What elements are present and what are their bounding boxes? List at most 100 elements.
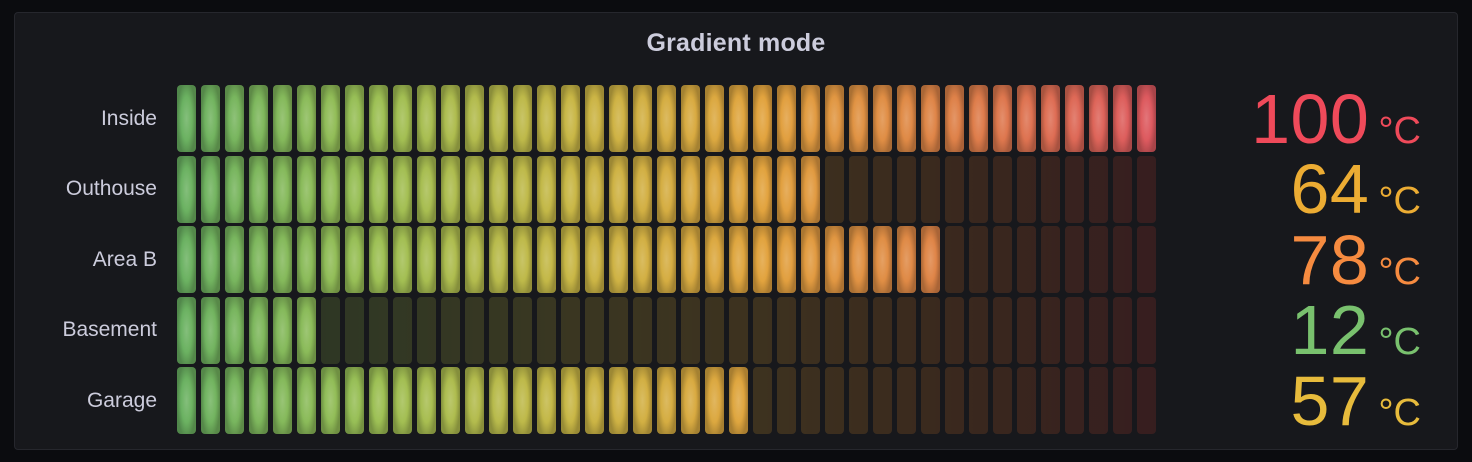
gauge-cell-unlit — [633, 297, 652, 364]
gauge-cell-lit — [177, 297, 196, 364]
gauge-cell-lit — [177, 367, 196, 434]
gauge-cell-unlit — [561, 297, 580, 364]
gauge-cell-unlit — [897, 367, 916, 434]
gauge-cell-lit — [273, 85, 292, 152]
gauge-cell-lit — [585, 367, 604, 434]
gauge-cell-lit — [249, 85, 268, 152]
gauge-cell-lit — [441, 85, 460, 152]
gauge-cell-unlit — [705, 297, 724, 364]
gauge-cell-lit — [705, 367, 724, 434]
gauge-cell-lit — [321, 85, 340, 152]
gauge-cell-lit — [657, 156, 676, 223]
gauge-cell-lit — [921, 226, 940, 293]
value-unit: °C — [1378, 394, 1421, 432]
gauge-cell-unlit — [1089, 367, 1108, 434]
gauge-cell-lit — [585, 85, 604, 152]
gauge-cell-unlit — [825, 156, 844, 223]
gauge-cell-unlit — [801, 367, 820, 434]
gauge-cell-unlit — [1137, 156, 1156, 223]
gauge-cell-unlit — [849, 297, 868, 364]
row-label: Garage — [15, 367, 177, 434]
gauge-cell-unlit — [849, 367, 868, 434]
gauge-cell-unlit — [921, 297, 940, 364]
gauge-cell-lit — [729, 85, 748, 152]
gauge-cell-lit — [801, 156, 820, 223]
gauge-cell-lit — [1041, 85, 1060, 152]
gauge-cell-lit — [657, 367, 676, 434]
gauge-cell-lit — [609, 367, 628, 434]
gauge-cell-lit — [417, 226, 436, 293]
gauge-row: Basement12°C — [15, 297, 1457, 364]
gauge-cell-unlit — [849, 156, 868, 223]
gauge-cell-unlit — [897, 156, 916, 223]
gauge-cell-lit — [201, 367, 220, 434]
gauge-cell-unlit — [513, 297, 532, 364]
gauge-cell-lit — [1113, 85, 1132, 152]
gauge-cell-lit — [681, 226, 700, 293]
gauge-cell-unlit — [1113, 226, 1132, 293]
value-wrap: 12°C — [1290, 295, 1421, 365]
gauge-cell-unlit — [1065, 297, 1084, 364]
gauge-cell-lit — [297, 85, 316, 152]
gauge-cell-lit — [273, 156, 292, 223]
gauge-track — [177, 297, 1156, 364]
gauge-cell-lit — [249, 226, 268, 293]
gauge-cell-lit — [729, 226, 748, 293]
gauge-cell-lit — [369, 85, 388, 152]
gauge-row: Garage 57°C — [15, 367, 1457, 434]
gauge-cell-unlit — [489, 297, 508, 364]
row-value: 12°C — [1156, 297, 1457, 364]
gauge-cell-lit — [249, 156, 268, 223]
row-label: Outhouse — [15, 156, 177, 223]
gauge-cell-unlit — [585, 297, 604, 364]
gauge-cell-lit — [585, 226, 604, 293]
gauge-cell-lit — [753, 226, 772, 293]
gauge-cell-lit — [1017, 85, 1036, 152]
gauge-cell-unlit — [321, 297, 340, 364]
gauge-cell-lit — [561, 85, 580, 152]
gauge-cell-lit — [225, 297, 244, 364]
bar-gauge-panel: Gradient mode Inside100°COuthouse64°CAre… — [14, 12, 1458, 450]
gauge-cell-lit — [393, 85, 412, 152]
gauge-cell-lit — [297, 156, 316, 223]
value-number: 57 — [1290, 366, 1369, 436]
row-label: Area B — [15, 226, 177, 293]
gauge-cell-lit — [825, 226, 844, 293]
gauge-cell-lit — [273, 367, 292, 434]
value-number: 12 — [1290, 295, 1369, 365]
gauge-cell-lit — [441, 156, 460, 223]
gauge-cell-unlit — [945, 297, 964, 364]
value-number: 78 — [1290, 225, 1369, 295]
gauge-cell-lit — [465, 367, 484, 434]
gauge-cell-lit — [513, 156, 532, 223]
gauge-cell-lit — [537, 156, 556, 223]
gauge-cell-lit — [681, 367, 700, 434]
panel-title[interactable]: Gradient mode — [15, 29, 1457, 58]
gauge-cell-unlit — [873, 297, 892, 364]
gauge-cell-lit — [537, 226, 556, 293]
gauge-cell-lit — [729, 156, 748, 223]
gauge-cell-lit — [681, 85, 700, 152]
gauge-cell-lit — [393, 226, 412, 293]
gauge-cell-lit — [561, 156, 580, 223]
gauge-cell-unlit — [345, 297, 364, 364]
gauge-cell-lit — [345, 156, 364, 223]
row-value: 100°C — [1156, 85, 1457, 152]
gauge-cell-lit — [345, 85, 364, 152]
gauge-cell-lit — [753, 156, 772, 223]
gauge-cell-lit — [537, 367, 556, 434]
gauge-row: Area B 78°C — [15, 226, 1457, 293]
gauge-track — [177, 85, 1156, 152]
gauge-cell-lit — [273, 297, 292, 364]
gauge-cell-unlit — [969, 156, 988, 223]
gauge-cell-lit — [825, 85, 844, 152]
value-unit: °C — [1378, 253, 1421, 291]
gauge-cell-unlit — [1041, 297, 1060, 364]
gauge-cell-lit — [633, 367, 652, 434]
gauge-cell-unlit — [1017, 297, 1036, 364]
gauge-cell-lit — [1089, 85, 1108, 152]
gauge-cell-lit — [225, 226, 244, 293]
gauge-cell-lit — [177, 156, 196, 223]
gauge-cell-lit — [897, 226, 916, 293]
gauge-cell-lit — [297, 297, 316, 364]
